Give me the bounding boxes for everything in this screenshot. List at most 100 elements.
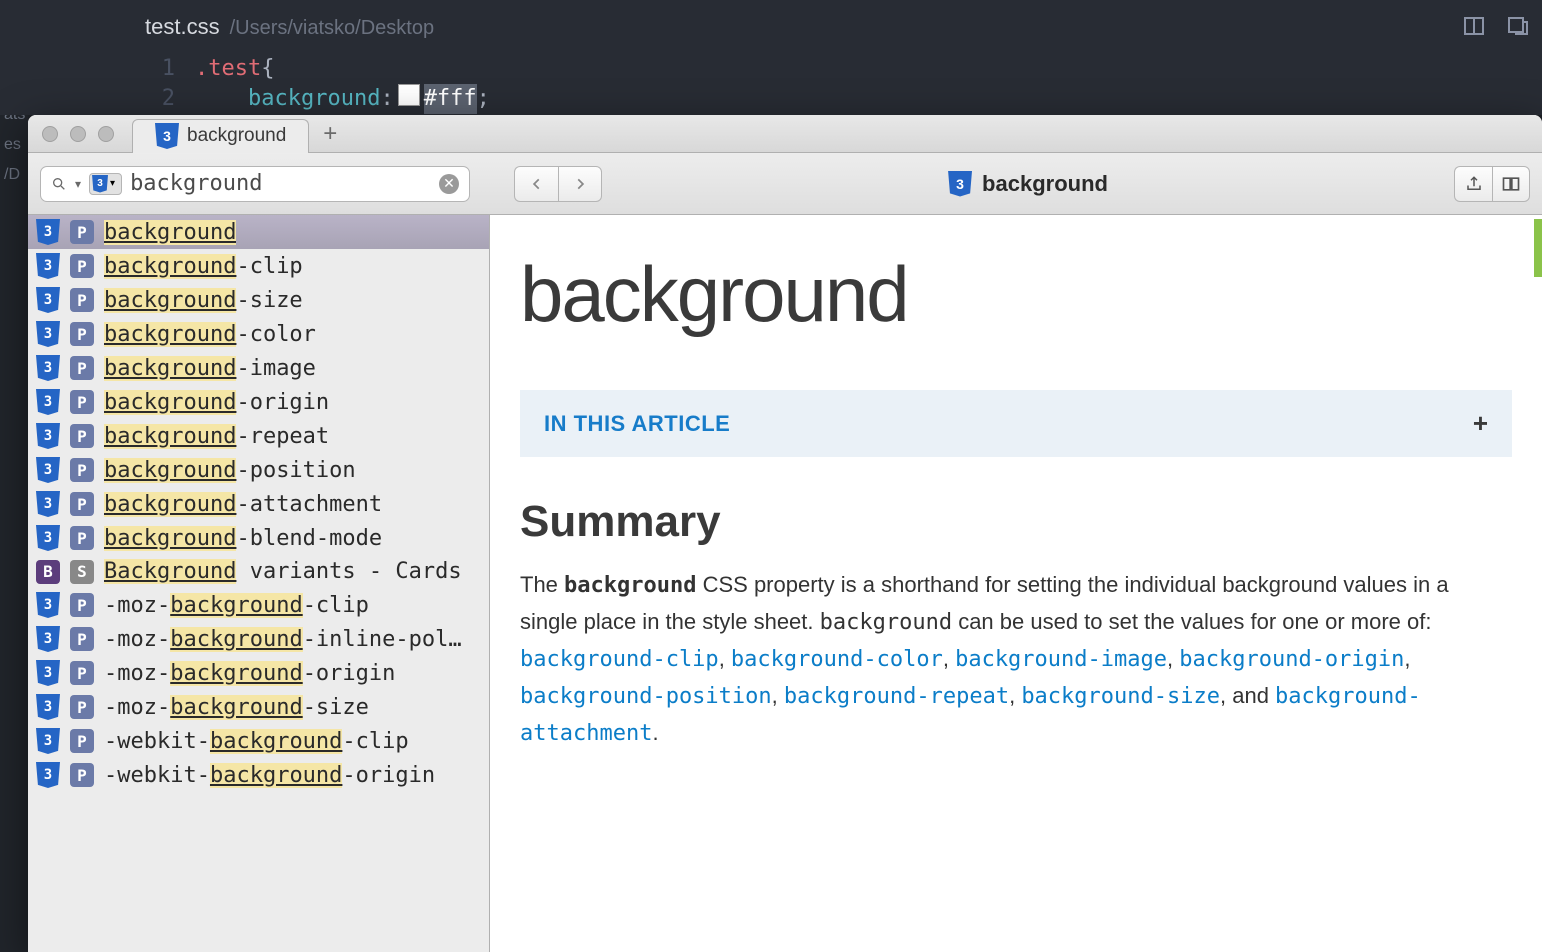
css-icon: 3 bbox=[36, 762, 60, 788]
doc-link[interactable]: background-origin bbox=[1179, 647, 1404, 672]
result-label: -webkit-background-origin bbox=[104, 763, 435, 788]
css-icon: 3 bbox=[36, 491, 60, 517]
result-label: background bbox=[104, 220, 236, 245]
docs-window: 3 background + ▾ 3 ▾ ✕ 3 bac bbox=[28, 115, 1542, 952]
result-label: Background variants - Cards bbox=[104, 559, 462, 584]
property-icon: P bbox=[70, 390, 94, 414]
property-icon: P bbox=[70, 661, 94, 685]
css-icon: 3 bbox=[36, 728, 60, 754]
css-icon: 3 bbox=[36, 321, 60, 347]
property-icon: P bbox=[70, 627, 94, 651]
doc-link[interactable]: background-image bbox=[955, 647, 1167, 672]
doc-link[interactable]: background-color bbox=[731, 647, 943, 672]
css-icon: 3 bbox=[155, 123, 179, 149]
search-result-item[interactable]: 3Pbackground-repeat bbox=[28, 419, 489, 453]
property-icon: P bbox=[70, 458, 94, 482]
search-result-item[interactable]: 3Pbackground-image bbox=[28, 351, 489, 385]
more-actions-icon[interactable] bbox=[1506, 14, 1530, 43]
search-result-item[interactable]: 3P -webkit-background-clip bbox=[28, 724, 489, 758]
search-result-item[interactable]: 3Pbackground-clip bbox=[28, 249, 489, 283]
property-icon: P bbox=[70, 288, 94, 312]
search-result-item[interactable]: 3Pbackground-size bbox=[28, 283, 489, 317]
search-result-item[interactable]: 3P-webkit-background-origin bbox=[28, 758, 489, 792]
line-number: 2 bbox=[145, 84, 195, 114]
property-icon: P bbox=[70, 729, 94, 753]
doc-link[interactable]: background-repeat bbox=[784, 684, 1009, 709]
css-icon: 3 bbox=[36, 694, 60, 720]
result-label: background-repeat bbox=[104, 424, 329, 449]
search-result-item[interactable]: 3Pbackground-origin bbox=[28, 385, 489, 419]
result-label: -moz-background-inline-pol… bbox=[104, 627, 462, 652]
code-editor: test.css /Users/viatsko/Desktop 1 .test … bbox=[0, 0, 1542, 115]
search-result-item[interactable]: 3Pbackground-blend-mode bbox=[28, 521, 489, 555]
property-icon: P bbox=[70, 220, 94, 244]
css-icon: 3 bbox=[948, 171, 972, 197]
color-value[interactable]: #fff bbox=[424, 84, 477, 114]
search-result-item[interactable]: 3P-moz-background-origin bbox=[28, 656, 489, 690]
color-swatch-icon[interactable] bbox=[398, 84, 420, 106]
search-field[interactable]: ▾ 3 ▾ ✕ bbox=[40, 166, 470, 202]
toc-expand-icon[interactable]: + bbox=[1473, 408, 1488, 439]
search-result-item[interactable]: BSBackground variants - Cards bbox=[28, 555, 489, 588]
css-icon: 3 bbox=[92, 175, 108, 193]
chevron-down-icon[interactable]: ▾ bbox=[75, 177, 81, 191]
result-label: -moz-background-clip bbox=[104, 593, 369, 618]
search-result-item[interactable]: 3Pbackground bbox=[28, 215, 489, 249]
minimize-window-button[interactable] bbox=[70, 126, 86, 142]
property-icon: P bbox=[70, 695, 94, 719]
line-number: 1 bbox=[145, 54, 195, 84]
split-editor-icon[interactable] bbox=[1462, 14, 1486, 43]
editor-filepath: /Users/viatsko/Desktop bbox=[230, 17, 435, 40]
code-content[interactable]: 1 .test { 2 background : #fff ; bbox=[145, 54, 490, 114]
search-results: 3Pbackground3Pbackground-clip3Pbackgroun… bbox=[28, 215, 490, 952]
result-label: -webkit-background-clip bbox=[104, 729, 409, 754]
property-icon: P bbox=[70, 593, 94, 617]
doc-link[interactable]: background-size bbox=[1021, 684, 1220, 709]
docset-filter[interactable]: 3 ▾ bbox=[89, 173, 122, 195]
new-tab-button[interactable]: + bbox=[323, 120, 337, 148]
doc-link[interactable]: background-position bbox=[520, 684, 772, 709]
nav-back-button[interactable] bbox=[514, 166, 558, 202]
css-icon: 3 bbox=[36, 389, 60, 415]
search-result-item[interactable]: 3P-moz-background-inline-pol… bbox=[28, 622, 489, 656]
css-icon: 3 bbox=[36, 457, 60, 483]
summary-paragraph: The background CSS property is a shortha… bbox=[520, 567, 1512, 752]
search-result-item[interactable]: 3Pbackground-attachment bbox=[28, 487, 489, 521]
docs-tab-title: background bbox=[187, 125, 286, 147]
css-icon: 3 bbox=[36, 660, 60, 686]
doc-link[interactable]: background-clip bbox=[520, 647, 719, 672]
toc-box[interactable]: IN THIS ARTICLE + bbox=[520, 390, 1512, 457]
search-icon bbox=[51, 176, 67, 192]
close-window-button[interactable] bbox=[42, 126, 58, 142]
window-titlebar[interactable]: 3 background + bbox=[28, 115, 1542, 153]
summary-heading: Summary bbox=[520, 497, 1512, 547]
css-icon: 3 bbox=[36, 253, 60, 279]
docs-tab[interactable]: 3 background bbox=[132, 119, 309, 153]
property-icon: P bbox=[70, 424, 94, 448]
result-label: background-position bbox=[104, 458, 356, 483]
page-title-toolbar: 3 background bbox=[616, 171, 1440, 197]
result-label: background-blend-mode bbox=[104, 526, 382, 551]
editor-tab[interactable]: test.css /Users/viatsko/Desktop bbox=[145, 14, 434, 40]
property-icon: P bbox=[70, 492, 94, 516]
search-input[interactable] bbox=[130, 171, 431, 196]
bootstrap-icon: B bbox=[36, 560, 60, 584]
property-icon: P bbox=[70, 356, 94, 380]
clear-search-button[interactable]: ✕ bbox=[439, 174, 459, 194]
result-label: -moz-background-size bbox=[104, 695, 369, 720]
result-label: background-image bbox=[104, 356, 316, 381]
bookmark-button[interactable] bbox=[1492, 166, 1530, 202]
doc-content[interactable]: background IN THIS ARTICLE + Summary The… bbox=[490, 215, 1542, 952]
property-icon: P bbox=[70, 526, 94, 550]
nav-forward-button[interactable] bbox=[558, 166, 602, 202]
css-icon: 3 bbox=[36, 525, 60, 551]
search-result-item[interactable]: 3Pbackground-color bbox=[28, 317, 489, 351]
zoom-window-button[interactable] bbox=[98, 126, 114, 142]
search-result-item[interactable]: 3P-moz-background-clip bbox=[28, 588, 489, 622]
docs-toolbar: ▾ 3 ▾ ✕ 3 background bbox=[28, 153, 1542, 215]
result-label: background-origin bbox=[104, 390, 329, 415]
chevron-down-icon: ▾ bbox=[110, 178, 115, 189]
share-button[interactable] bbox=[1454, 166, 1492, 202]
search-result-item[interactable]: 3P -moz-background-size bbox=[28, 690, 489, 724]
search-result-item[interactable]: 3Pbackground-position bbox=[28, 453, 489, 487]
